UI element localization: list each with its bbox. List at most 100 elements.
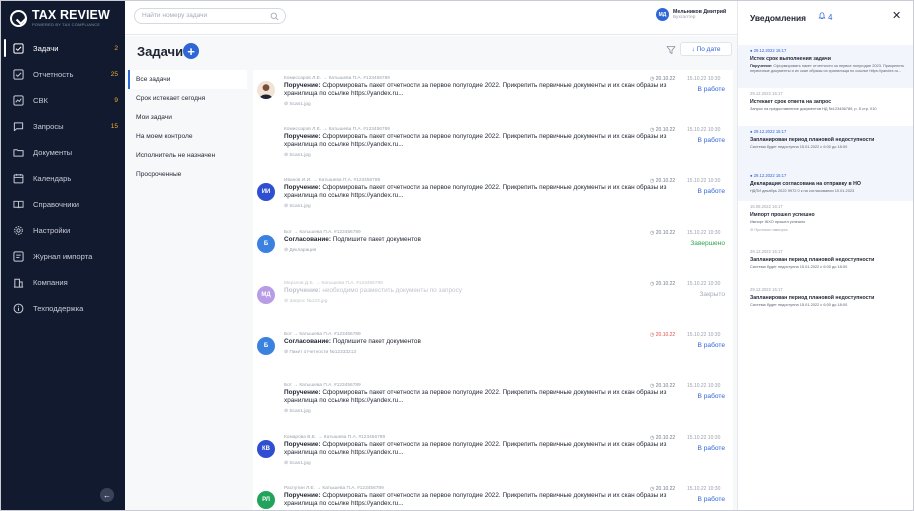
task-status: В работе — [697, 188, 725, 195]
sidebar-item-3[interactable]: СВК 9 — [1, 87, 125, 113]
task-row[interactable]: Комиссаров Л.Е. → Катышева П.А. #1234567… — [253, 73, 733, 121]
main-content: Задачи + ↓ По дате Все задачи Срок истека… — [125, 36, 737, 510]
notification-item[interactable]: 16.08.2022 16:17 Импорт прошел успешно Имп… — [738, 201, 913, 246]
task-description: Сформировать пакет отчетности за первое … — [284, 133, 667, 148]
task-row[interactable]: Комиссаров Л.Е. → Катышева П.А. #1234567… — [253, 124, 733, 172]
notification-item[interactable]: 29.12.2022 15:17 Запланирован период план… — [738, 246, 913, 284]
sort-by-date-button[interactable]: ↓ По дате — [680, 42, 732, 56]
notification-item[interactable]: 29.12.2022 15:17 Истекает срок ответа на … — [738, 88, 913, 126]
notification-item[interactable]: ● 29.12.2022 15:17 Запланирован период пл… — [738, 126, 913, 170]
assignee-photo-avatar — [257, 81, 275, 99]
sidebar-item-11[interactable]: Техподдержка — [1, 295, 125, 321]
assignee-avatar: КВ — [257, 440, 275, 458]
task-description: Сформировать пакет отчетности за первое … — [284, 492, 667, 507]
assignee-avatar: ИИ — [257, 183, 275, 201]
filter-item[interactable]: Исполнитель не назначен — [128, 146, 247, 165]
task-status: В работе — [697, 342, 725, 349]
collapse-sidebar-button[interactable]: ← — [100, 488, 114, 502]
task-attachment[interactable]: ⊘ Scan1.jpg — [284, 461, 733, 466]
sidebar-item-label: Календарь — [33, 173, 72, 183]
task-due-date: ◷ 20.10.22 — [650, 383, 676, 389]
task-row[interactable]: Б Бот → Катышева П.А. #123456789 Согласова… — [253, 329, 733, 377]
import-icon — [13, 250, 24, 262]
task-due-date: ◷ 20.10.22 — [650, 178, 676, 184]
task-attachment[interactable]: ⊘ Scan1.jpg — [284, 204, 733, 209]
notifications-panel: Уведомления 4 ✕ ● 29.12.2022 15:17 Истек … — [737, 1, 913, 510]
filter-icon[interactable] — [666, 45, 676, 55]
task-attachment[interactable]: ⊘ Scan1.jpg — [284, 409, 733, 414]
sidebar-item-label: Документы — [33, 147, 73, 157]
task-created-date: 15.10.22 10:30 — [687, 127, 721, 133]
notification-body: Система будет недоступна 15.01.2022 с 6:… — [750, 144, 910, 150]
task-due-date: ◷ 20.10.22 — [650, 435, 676, 441]
task-text: Поручение: Сформировать пакет отчетности… — [284, 133, 684, 148]
filter-item[interactable]: Просроченные — [128, 165, 247, 184]
sidebar-item-8[interactable]: Настройки — [1, 217, 125, 243]
gear-icon — [13, 225, 24, 236]
filter-item[interactable]: Мои задачи — [128, 108, 247, 127]
close-notifications-button[interactable]: ✕ — [892, 11, 901, 22]
task-type: Поручение: — [284, 133, 321, 141]
notification-body-text: Система будет недоступна 15.01.2022 с 6:… — [750, 302, 848, 307]
notification-item[interactable]: 29.12.2022 15:17 Запланирован период план… — [738, 284, 913, 318]
user-name: Мельников Дмитрий — [673, 8, 727, 15]
search-box[interactable] — [134, 8, 286, 24]
attachment-name: Пакет отчетности №12333213 — [289, 349, 357, 355]
task-row[interactable]: РЛ Распутин Л.Е. → Катышева П.А. #1234567… — [253, 483, 733, 510]
book-icon — [13, 199, 24, 210]
task-description: необходимо разместить документы по запро… — [322, 287, 462, 295]
sidebar-item-7[interactable]: Справочники — [1, 191, 125, 217]
task-row[interactable]: Б Бот → Катышева П.А. #123456789 Согласова… — [253, 227, 733, 275]
task-type: Согласование: — [284, 236, 331, 244]
notification-date: 29.12.2022 15:17 — [750, 287, 783, 292]
task-type: Поручение: — [284, 492, 321, 500]
task-attachment[interactable]: ⊘ Scan1.jpg — [284, 153, 733, 158]
notification-item[interactable]: ● 29.12.2022 15:17 Истек срок выполнения … — [738, 45, 913, 88]
task-attachment[interactable]: ⊘ Запрос №123.jpg — [284, 299, 733, 304]
filter-item[interactable]: Все задачи — [128, 70, 247, 89]
sidebar-item-10[interactable]: Компания — [1, 269, 125, 295]
folder-icon — [13, 147, 24, 158]
task-row[interactable]: МД Мерзлов Д.Е. → Катышева П.А. #12345678… — [253, 278, 733, 326]
notification-body-text: Система будет недоступна 15.01.2022 с 6:… — [750, 264, 848, 269]
task-row[interactable]: КВ Комарова В.Е. → Катышева П.А. #1234567… — [253, 432, 733, 480]
notification-item[interactable]: ● 29.12.2022 15:17 Декларация согласована… — [738, 170, 913, 201]
add-task-button[interactable]: + — [183, 43, 199, 59]
task-text: Поручение: Сформировать пакет отчетности… — [284, 82, 684, 97]
task-row[interactable]: ИИ Иванов И.И. → Катышева П.А. #123456789… — [253, 175, 733, 223]
logo[interactable]: TAX REVIEW POWERED BY TAX COMPLIANCE — [10, 7, 110, 29]
task-attachment[interactable]: ⊘ Scan1.jpg — [284, 102, 733, 107]
sidebar-item-2[interactable]: Отчетность 25 — [1, 61, 125, 87]
filter-item[interactable]: Срок истекает сегодня — [128, 89, 247, 108]
task-description: Подпишите пакет документов — [332, 338, 421, 346]
task-row[interactable]: Бот → Катышева П.А. #123456789 Поручение:… — [253, 380, 733, 428]
task-filters: Все задачи Срок истекает сегодня Мои задач… — [128, 70, 247, 184]
notification-body: Система будет недоступна 15.01.2022 с 6:… — [750, 302, 910, 308]
task-attachment[interactable]: ⊘ Декларация — [284, 248, 733, 253]
sidebar-item-5[interactable]: Документы — [1, 139, 125, 165]
attachment-name: Запрос №123.jpg — [289, 298, 328, 304]
task-status: Закрыто — [699, 291, 725, 298]
notification-date: ● 29.12.2022 15:17 — [750, 173, 787, 178]
filter-item[interactable]: На моем контроле — [128, 127, 247, 146]
import-protocol-link[interactable]: ⊘ Протокол импорта — [750, 227, 910, 233]
sidebar-item-9[interactable]: Журнал импорта — [1, 243, 125, 269]
search-input[interactable] — [142, 12, 262, 19]
task-due-date: ◷ 20.10.22 — [650, 76, 676, 82]
task-status: В работе — [697, 393, 725, 400]
sidebar-item-1[interactable]: Задачи 2 — [1, 35, 125, 61]
user-profile[interactable]: МД Мельников Дмитрий Бухгалтер — [656, 8, 726, 21]
notification-body-text: НДПИ декабрь 2022 9972 0 к на согласован… — [750, 188, 855, 193]
task-attachment[interactable]: ⊘ Пакет отчетности №12333213 — [284, 350, 733, 355]
notification-title: Истек срок выполнения задачи — [750, 56, 831, 62]
search-icon[interactable] — [270, 12, 279, 21]
task-list: Комиссаров Л.Е. → Катышева П.А. #1234567… — [253, 70, 733, 510]
chart-icon — [13, 94, 24, 106]
notification-body: Система будет недоступна 15.01.2022 с 6:… — [750, 264, 910, 270]
notification-body-text: Запрос на предоставление документов НД №… — [750, 106, 877, 111]
sidebar: TAX REVIEW POWERED BY TAX COMPLIANCE Зад… — [1, 1, 125, 510]
app-window: TAX REVIEW POWERED BY TAX COMPLIANCE Зад… — [0, 0, 914, 511]
sidebar-item-6[interactable]: Календарь — [1, 165, 125, 191]
user-avatar[interactable]: МД — [656, 8, 669, 21]
sidebar-item-4[interactable]: Запросы 15 — [1, 113, 125, 139]
